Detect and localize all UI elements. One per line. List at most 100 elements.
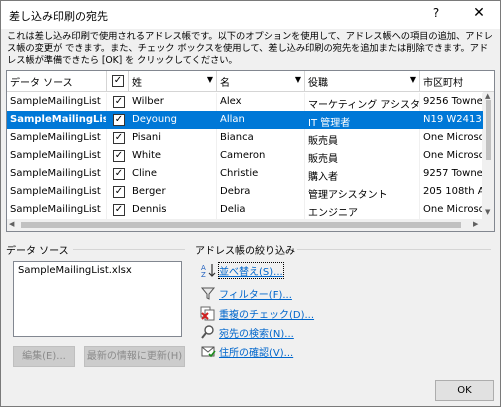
table-row[interactable]: SampleMailingList Deyoung Allan IT 管理者 N19 W…: [7, 111, 494, 129]
refine-section-label: アドレス帳の絞り込み: [195, 246, 295, 257]
cell-last-name[interactable]: Cline: [129, 165, 217, 183]
cell-data-source[interactable]: SampleMailingList: [7, 201, 107, 219]
table-row[interactable]: SampleMailingList Berger Debra 管理アシスタント 205 …: [7, 183, 494, 201]
cell-city[interactable]: 205 108th Ave: [420, 183, 483, 201]
scroll-up-icon[interactable]: ▲: [485, 92, 490, 100]
horizontal-scroll-thumb[interactable]: [21, 222, 461, 228]
cell-data-source[interactable]: SampleMailingList: [7, 111, 107, 129]
duplicates-icon: [200, 306, 215, 321]
cell-last-name[interactable]: Pisani: [129, 129, 217, 147]
filter-icon: [200, 287, 216, 300]
divider: [73, 249, 185, 250]
recipient-checkbox[interactable]: ✓: [113, 96, 125, 108]
table-row[interactable]: SampleMailingList Cline Christie 購入者 9257 To…: [7, 165, 494, 183]
cell-job-title[interactable]: 販売員: [305, 129, 420, 147]
cell-city[interactable]: One Microsof: [420, 201, 483, 219]
header-last-name[interactable]: 姓 ▼: [129, 71, 217, 92]
cell-first-name[interactable]: Debra: [217, 183, 305, 201]
cell-first-name[interactable]: Bianca: [217, 129, 305, 147]
chevron-down-icon[interactable]: ▼: [207, 75, 213, 84]
cell-last-name[interactable]: Wilber: [129, 93, 217, 111]
table-row[interactable]: SampleMailingList Pisani Bianca 販売員 One Micr…: [7, 129, 494, 147]
data-source-item[interactable]: SampleMailingList.xlsx: [18, 265, 177, 276]
cell-city[interactable]: 9257 Towne C: [420, 165, 483, 183]
header-last-name-label: 姓: [132, 78, 142, 89]
cell-first-name[interactable]: Alex: [217, 93, 305, 111]
header-job-title[interactable]: 役職 ▼: [305, 71, 420, 92]
divider: [297, 249, 491, 250]
ok-button[interactable]: OK: [435, 380, 494, 401]
find-duplicates-link-label: 重複のチェック(D)...: [219, 310, 315, 321]
dialog-title: 差し込み印刷の宛先: [9, 10, 108, 23]
vertical-scroll-thumb[interactable]: [486, 100, 491, 160]
sort-icon: A Z: [201, 264, 216, 278]
table-row[interactable]: SampleMailingList White Cameron 販売員 One Micr…: [7, 147, 494, 165]
cell-city[interactable]: 9256 Towne C: [420, 93, 483, 111]
cell-data-source[interactable]: SampleMailingList: [7, 93, 107, 111]
cell-first-name[interactable]: Christie: [217, 165, 305, 183]
header-city-label: 市区町村: [423, 78, 463, 89]
header-first-name[interactable]: 名 ▼: [217, 71, 305, 92]
recipients-grid[interactable]: データ ソース ✓ 姓 ▼ 名 ▼ 役職 ▼ 市区町村 SampleMailin…: [6, 70, 495, 232]
cell-last-name[interactable]: Berger: [129, 183, 217, 201]
title-bar: 差し込み印刷の宛先 ? ✕: [1, 1, 500, 29]
cell-job-title[interactable]: IT 管理者: [305, 111, 420, 129]
recipient-checkbox[interactable]: ✓: [113, 114, 125, 126]
dialog-description: これは差し込み印刷で使用されるアドレス帳です。以下のオプションを使用して、アドレ…: [7, 31, 493, 66]
cell-last-name[interactable]: White: [129, 147, 217, 165]
data-source-list[interactable]: SampleMailingList.xlsx: [13, 261, 182, 337]
recipient-checkbox[interactable]: ✓: [113, 150, 125, 162]
scroll-left-icon[interactable]: ◀: [9, 220, 14, 228]
cell-data-source[interactable]: SampleMailingList: [7, 147, 107, 165]
header-city[interactable]: 市区町村: [420, 71, 494, 92]
filter-link-label: フィルター(F)...: [219, 290, 292, 301]
data-source-section-label: データ ソース: [6, 246, 69, 257]
find-recipient-icon: [201, 325, 214, 339]
cell-data-source[interactable]: SampleMailingList: [7, 129, 107, 147]
cell-job-title[interactable]: 購入者: [305, 165, 420, 183]
scroll-right-icon[interactable]: ▶: [473, 220, 478, 228]
close-button[interactable]: ✕: [467, 5, 491, 25]
cell-first-name[interactable]: Cameron: [217, 147, 305, 165]
header-select-all[interactable]: ✓: [107, 71, 129, 92]
recipient-checkbox[interactable]: ✓: [113, 204, 125, 216]
refresh-button[interactable]: 最新の情報に更新(H): [84, 346, 185, 367]
validate-addresses-link-label: 住所の確認(V)...: [219, 348, 294, 359]
horizontal-scrollbar[interactable]: ◀ ▶: [7, 219, 494, 231]
cell-job-title[interactable]: エンジニア: [305, 201, 420, 219]
vertical-scrollbar[interactable]: ▲ ▼: [483, 92, 494, 219]
sort-link-label: 並べ替え(S)...: [218, 262, 284, 279]
cell-job-title[interactable]: マーケティング アシスタント: [305, 93, 420, 111]
chevron-down-icon[interactable]: ▼: [410, 75, 416, 84]
grid-header: データ ソース ✓ 姓 ▼ 名 ▼ 役職 ▼ 市区町村: [7, 71, 494, 92]
cell-data-source[interactable]: SampleMailingList: [7, 165, 107, 183]
cell-city[interactable]: One Microsof: [420, 147, 483, 165]
select-all-checkbox[interactable]: ✓: [112, 75, 124, 87]
header-job-title-label: 役職: [308, 78, 328, 89]
cell-first-name[interactable]: Delia: [217, 201, 305, 219]
recipient-checkbox[interactable]: ✓: [113, 168, 125, 180]
table-row[interactable]: SampleMailingList WilberAlexマーケティング アシスタン…: [7, 93, 494, 111]
cell-city[interactable]: One Microsof: [420, 129, 483, 147]
table-row[interactable]: SampleMailingList Dennis Delia エンジニア One Mic…: [7, 201, 494, 219]
chevron-down-icon[interactable]: ▼: [295, 75, 301, 84]
scroll-down-icon[interactable]: ▼: [485, 208, 490, 216]
header-data-source[interactable]: データ ソース: [7, 71, 107, 92]
header-data-source-label: データ ソース: [10, 78, 73, 89]
header-first-name-label: 名: [220, 78, 230, 89]
cell-data-source[interactable]: SampleMailingList: [7, 183, 107, 201]
cell-last-name[interactable]: Deyoung: [129, 111, 217, 129]
cell-job-title[interactable]: 販売員: [305, 147, 420, 165]
edit-button[interactable]: 編集(E)...: [13, 346, 75, 367]
cell-last-name[interactable]: Dennis: [129, 201, 217, 219]
cell-city[interactable]: N19 W24133 R: [420, 111, 483, 129]
help-button[interactable]: ?: [426, 6, 446, 24]
find-recipient-link-label: 宛先の検索(N)...: [219, 329, 294, 340]
validate-address-icon: [201, 346, 216, 358]
svg-text:Z: Z: [201, 271, 206, 278]
cell-job-title[interactable]: 管理アシスタント: [305, 183, 420, 201]
recipient-checkbox[interactable]: ✓: [113, 132, 125, 144]
mail-merge-recipients-dialog: 差し込み印刷の宛先 ? ✕ これは差し込み印刷で使用されるアドレス帳です。以下の…: [0, 0, 501, 407]
cell-first-name[interactable]: Allan: [217, 111, 305, 129]
recipient-checkbox[interactable]: ✓: [113, 186, 125, 198]
